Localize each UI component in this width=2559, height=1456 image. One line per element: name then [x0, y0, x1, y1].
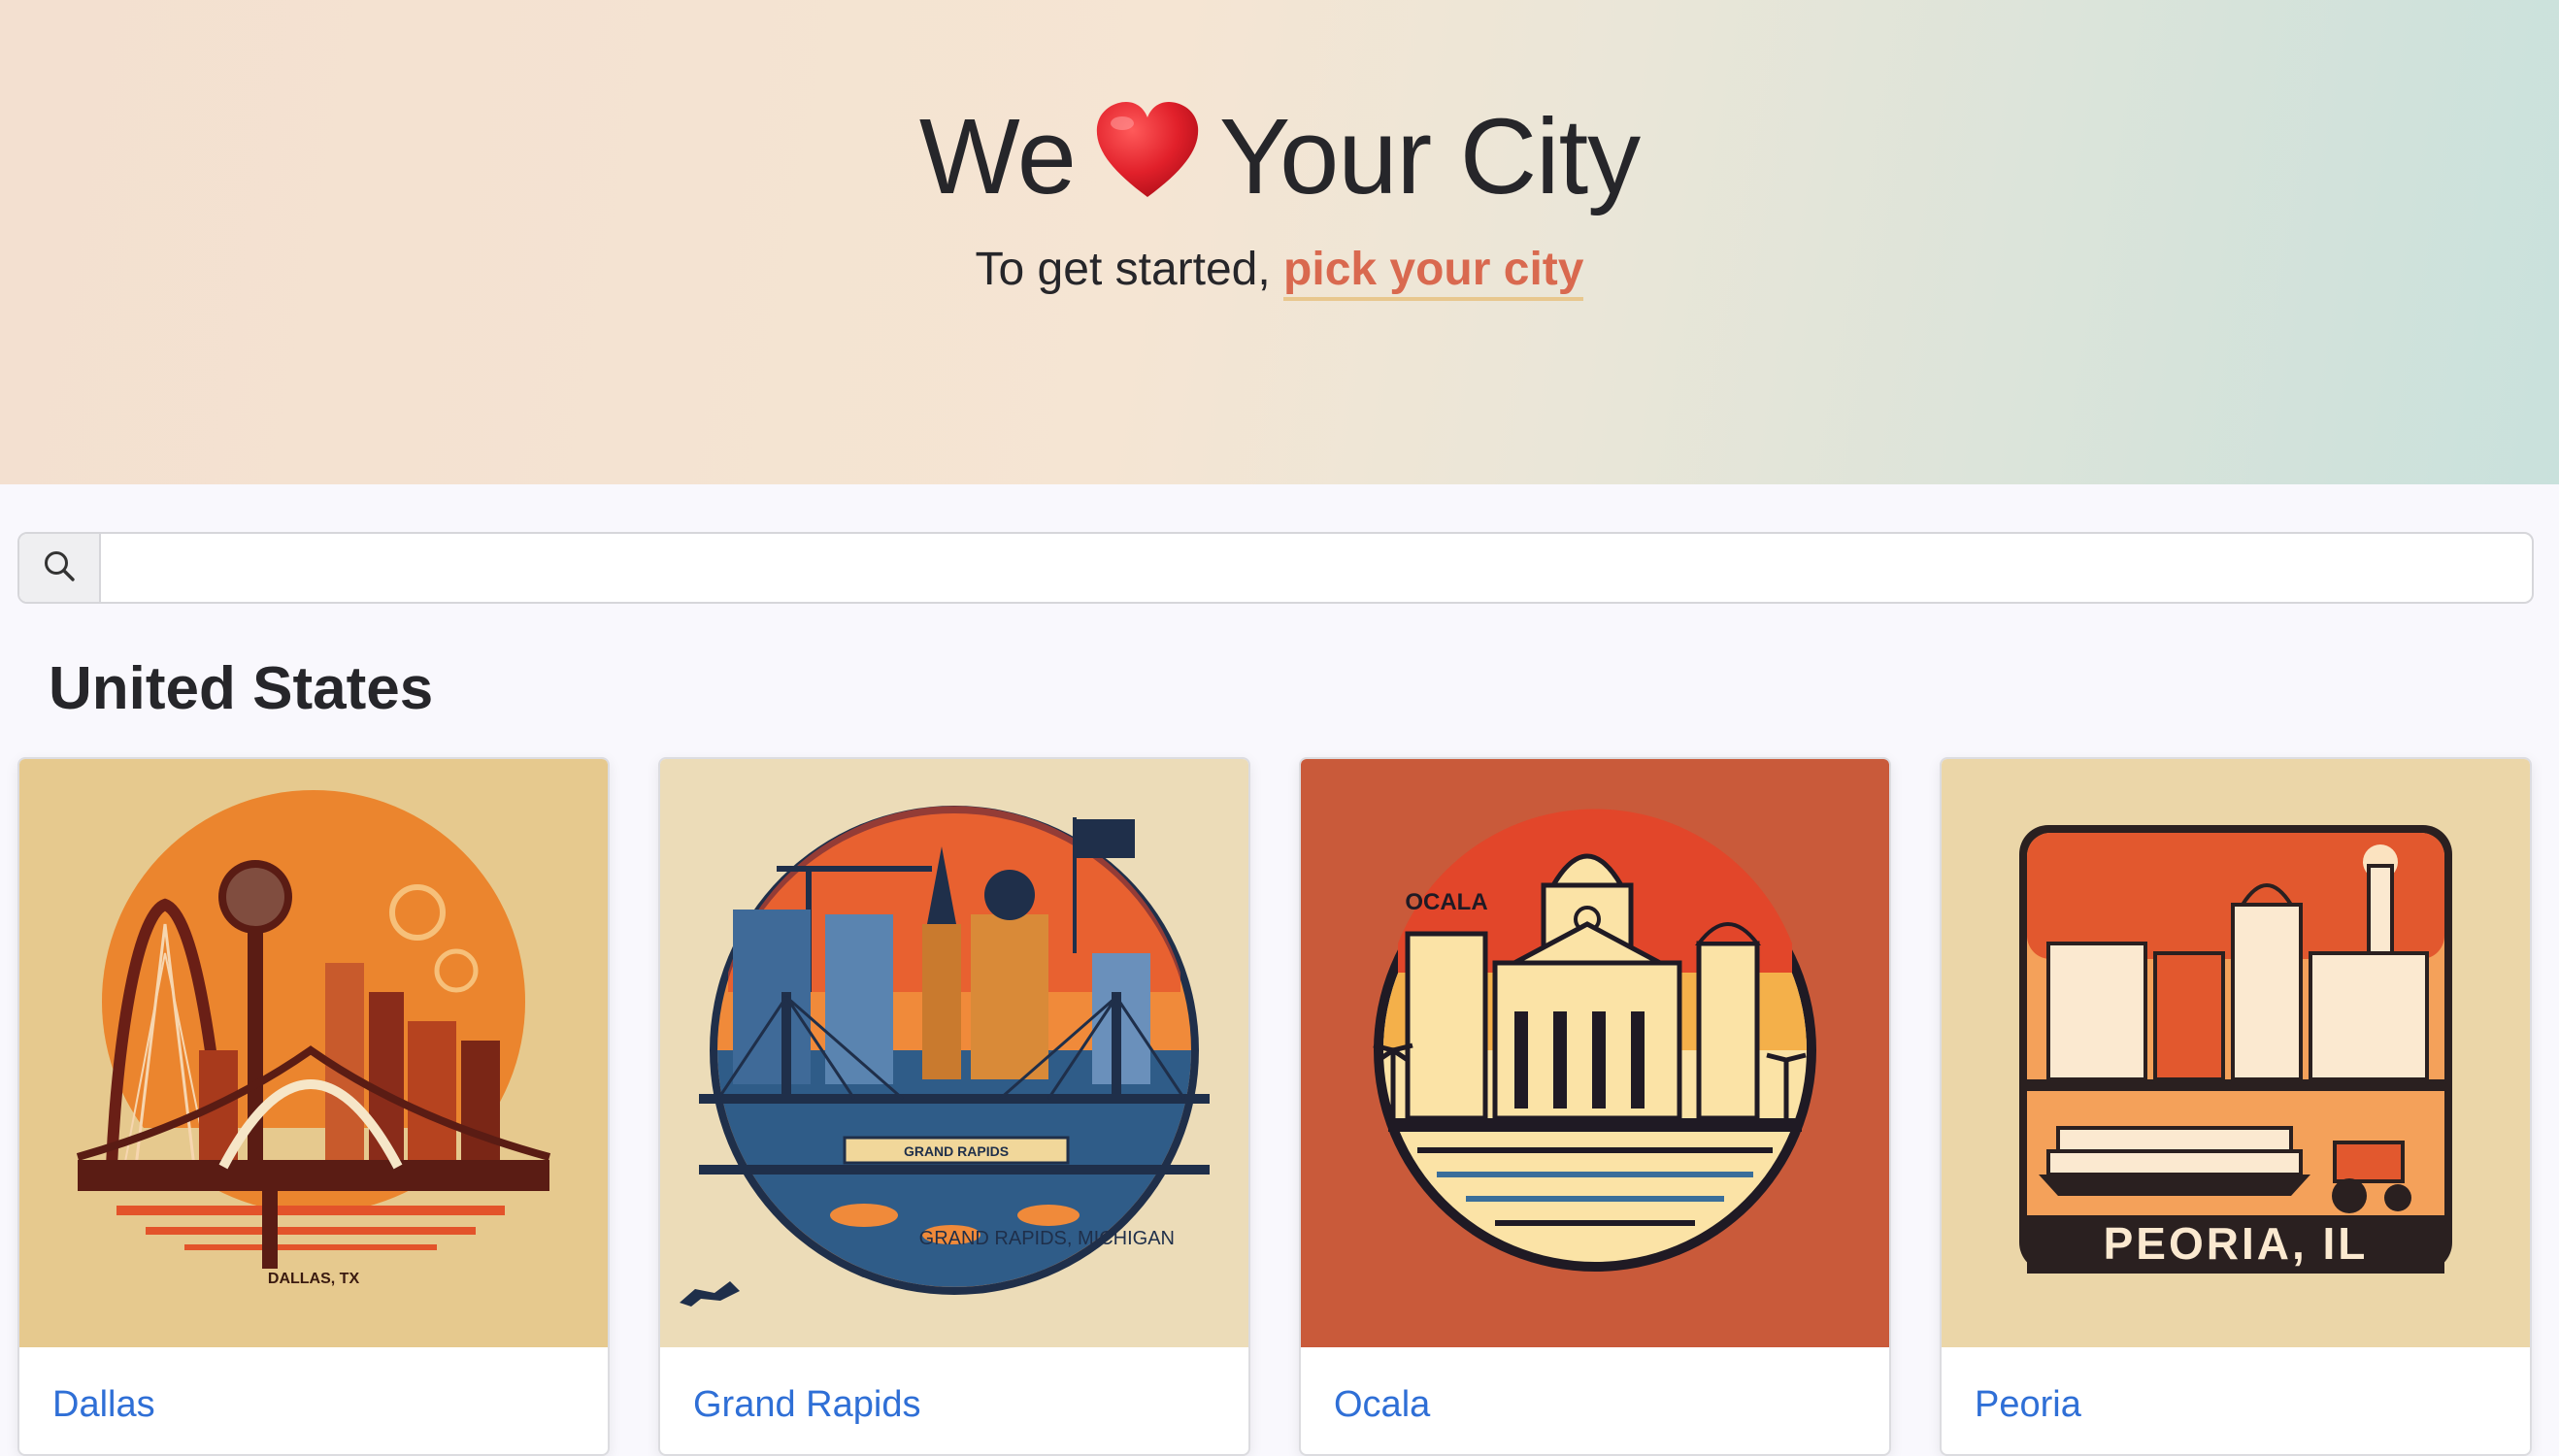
hero-title-end: Your City: [1218, 97, 1641, 216]
hero-subtitle-prefix: To get started,: [975, 244, 1271, 295]
section-title-united-states: United States: [49, 655, 434, 722]
dallas-skyline-image: DALLAS, TX: [19, 759, 608, 1347]
ocala-skyline-image: OCALA: [1301, 759, 1889, 1347]
hero-subtitle: To get started, pick your city: [0, 241, 2559, 301]
search-bar: [17, 532, 2534, 604]
pick-city-link[interactable]: pick your city: [1283, 244, 1584, 301]
heart-icon: [1093, 97, 1202, 233]
city-card-dallas[interactable]: DALLAS, TX Dallas: [17, 757, 610, 1456]
city-card-peoria[interactable]: PEORIA, IL Peoria: [1940, 757, 2532, 1456]
dallas-badge-text: DALLAS, TX: [268, 1271, 360, 1287]
search-addon: [19, 534, 101, 602]
city-card-ocala[interactable]: OCALA Ocala: [1299, 757, 1891, 1456]
hero-title: We Your City: [0, 89, 2559, 233]
grand-rapids-badge-text: GRAND RAPIDS, MICHIGAN: [919, 1228, 1175, 1249]
city-name-peoria[interactable]: Peoria: [1975, 1380, 2081, 1429]
grand-rapids-bridge-text: GRAND RAPIDS: [904, 1143, 1009, 1159]
city-name-dallas[interactable]: Dallas: [52, 1380, 155, 1429]
peoria-skyline-image: PEORIA, IL: [1942, 759, 2530, 1347]
grand-rapids-skyline-image: GRAND RAPIDS GRAND RAPIDS, MICHIGAN: [660, 759, 1248, 1347]
city-name-ocala[interactable]: Ocala: [1334, 1380, 1430, 1429]
hero-banner: We Your City To get started, pick your ci…: [0, 0, 2559, 484]
city-card-grand-rapids[interactable]: GRAND RAPIDS GRAND RAPIDS, MICHIGAN Gran…: [658, 757, 1250, 1456]
city-name-grand-rapids[interactable]: Grand Rapids: [693, 1380, 920, 1429]
peoria-badge-text: PEORIA, IL: [2104, 1218, 2369, 1269]
search-icon: [43, 549, 76, 587]
ocala-badge-text: OCALA: [1405, 889, 1487, 915]
hero-title-start: We: [918, 97, 1077, 216]
search-input[interactable]: [101, 534, 2532, 602]
